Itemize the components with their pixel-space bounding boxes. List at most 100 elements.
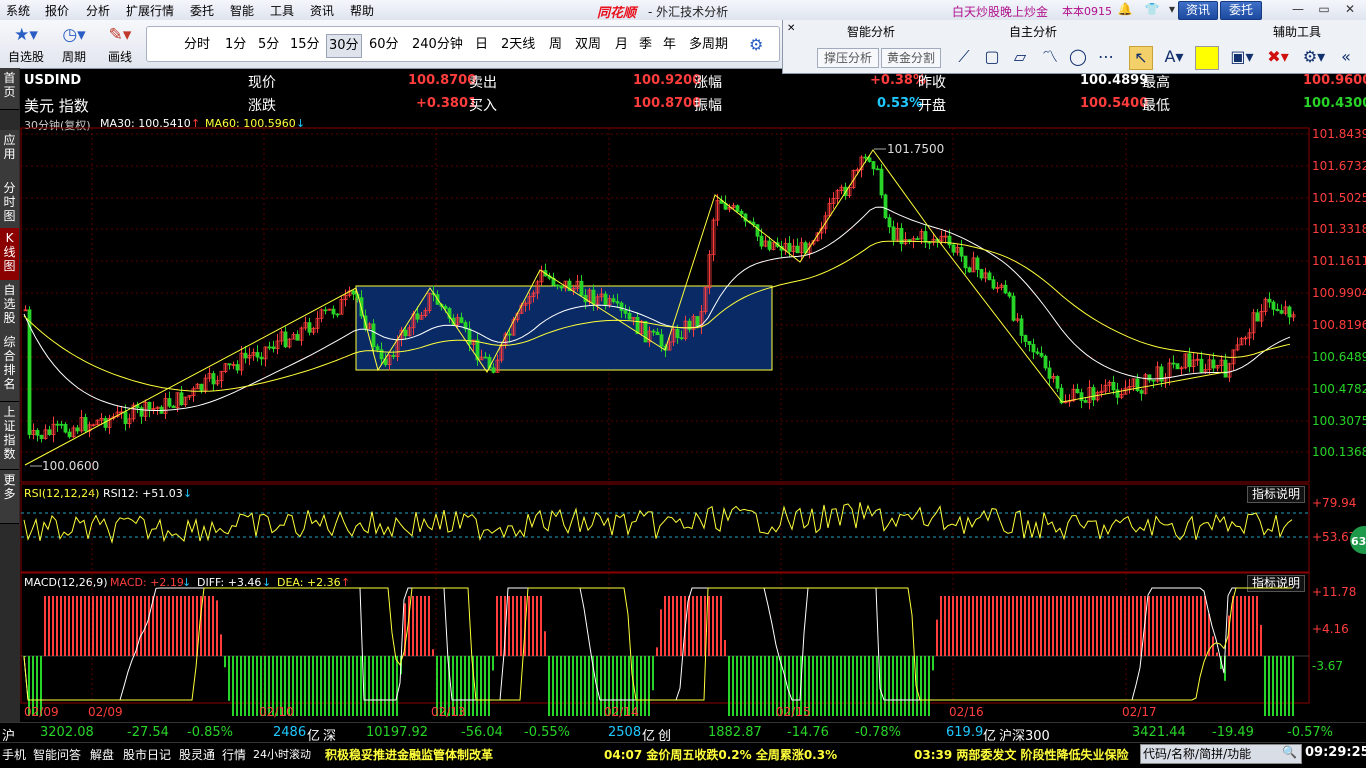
clock-time: 09:29:25 [1305, 745, 1366, 760]
macd-bar [224, 656, 226, 668]
tab-qa[interactable]: 智能问答 [33, 746, 81, 763]
candle-body [767, 240, 772, 250]
tab-rolling[interactable]: 24小时滚动 [253, 746, 311, 762]
high-marker: 101.7500 [887, 142, 944, 156]
macd-bar [640, 656, 642, 716]
news-headline-2[interactable]: 04:07 金价周五收跌0.2% 全周累涨0.3% [604, 746, 837, 763]
macd-bar [548, 656, 550, 716]
candle-body [483, 356, 488, 359]
macd-bar [124, 596, 126, 656]
macd-bar [60, 596, 62, 656]
macd-bar [1168, 596, 1170, 656]
macd-bar [100, 596, 102, 656]
candle-body [255, 352, 260, 358]
macd-bar [252, 656, 254, 716]
macd-bar [1040, 596, 1042, 656]
candle-body [1035, 351, 1040, 354]
macd-bar [896, 656, 898, 716]
macd-bar [172, 596, 174, 656]
candle-body [755, 224, 760, 237]
macd-bar [368, 656, 370, 716]
macd-bar [600, 656, 602, 716]
macd-bar [1212, 636, 1214, 656]
date-label: 02/09 [24, 705, 59, 719]
macd-bar [1180, 596, 1182, 656]
sh-amount: 2486 [273, 725, 307, 740]
candle-body [1171, 362, 1176, 365]
macd-bar [672, 596, 674, 656]
candle-body [83, 417, 88, 432]
code-search-input[interactable]: 代码/名称/简拼/功能 [1140, 744, 1302, 764]
macd-bar [1016, 596, 1018, 656]
macd-bar [912, 656, 914, 716]
macd-bar [700, 596, 702, 656]
macd-bar [848, 656, 850, 716]
candle-body [1275, 308, 1280, 311]
macd-bar [140, 596, 142, 656]
macd-bar [1192, 596, 1194, 656]
candle-body [283, 331, 288, 348]
news-headline-1[interactable]: 积极稳妥推进金融监管体制改革 [325, 746, 493, 763]
tab-mobile[interactable]: 手机 [2, 746, 26, 763]
macd-bar [552, 656, 554, 716]
macd-bar [44, 596, 46, 656]
candle-body [915, 238, 920, 241]
macd-bar [736, 656, 738, 716]
macd-bar [664, 596, 666, 656]
macd-bar [1292, 656, 1294, 716]
candle-body [659, 334, 664, 347]
candle-body [491, 367, 496, 373]
macd-bar [568, 656, 570, 716]
macd-bar [932, 656, 934, 671]
candle-body [295, 334, 300, 341]
candle-body [1287, 306, 1292, 318]
macd-bar [712, 596, 714, 656]
macd-bar [948, 596, 950, 656]
tab-commentary[interactable]: 解盘 [90, 746, 114, 763]
macd-bar [560, 656, 562, 716]
macd-bar [1176, 596, 1178, 656]
macd-bar [1036, 596, 1038, 656]
candle-body [391, 354, 396, 357]
date-label: 02/14 [604, 705, 639, 719]
candle-body [259, 356, 264, 360]
search-icon[interactable]: 🔍 [1282, 745, 1297, 759]
kline-chart[interactable]: 101.7500 100.0600 101.8439 101.6732 101.… [0, 0, 1366, 722]
price-tick: 101.8439 [1312, 127, 1366, 141]
news-headline-3[interactable]: 03:39 两部委发文 阶段性降低失业保险 [914, 746, 1138, 763]
macd-bar [816, 656, 818, 716]
tab-gulingtong[interactable]: 股灵通 [179, 746, 215, 763]
macd-bar [688, 596, 690, 656]
macd-bar [652, 656, 654, 691]
macd-bar [1096, 596, 1098, 656]
candle-body [415, 313, 420, 320]
macd-bar [960, 596, 962, 656]
tab-diary[interactable]: 股市日记 [123, 746, 171, 763]
macd-bar [1164, 596, 1166, 656]
macd-bar [904, 656, 906, 716]
candle-body [1147, 374, 1152, 381]
date-axis: 02/09 02/09 02/10 02/13 02/14 02/15 02/1… [24, 705, 1157, 719]
macd-bar [892, 656, 894, 716]
candle-body [1023, 335, 1028, 342]
candle-body [871, 161, 876, 170]
macd-bar [528, 596, 530, 656]
macd-bar [236, 656, 238, 716]
macd-bar [952, 596, 954, 656]
low-marker: 100.0600 [42, 459, 99, 473]
hs300-pct: -0.57% [1287, 725, 1333, 740]
sh-pct: -0.85% [187, 725, 233, 740]
macd-bar [232, 656, 234, 716]
macd-bar [540, 596, 542, 656]
macd-bar [240, 656, 242, 716]
macd-bar [824, 656, 826, 716]
candle-body [591, 289, 596, 305]
macd-bar [300, 656, 302, 716]
macd-bar [888, 656, 890, 716]
candle-body [59, 423, 64, 426]
candle-body [123, 411, 128, 425]
macd-bar [936, 619, 938, 656]
macd-bar [176, 596, 178, 656]
tab-market[interactable]: 行情 [222, 746, 246, 763]
macd-bar [728, 656, 730, 716]
